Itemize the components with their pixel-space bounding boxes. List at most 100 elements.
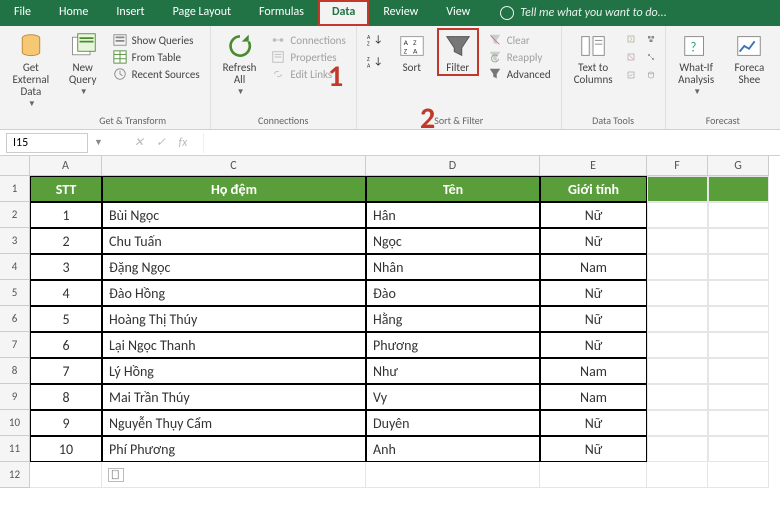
- tab-insert[interactable]: Insert: [102, 0, 158, 26]
- cell[interactable]: [366, 462, 540, 488]
- cell-gioi-tinh[interactable]: Nữ: [540, 436, 647, 462]
- what-if-button[interactable]: ? What-If Analysis ▼: [672, 30, 721, 99]
- row-header[interactable]: 5: [0, 280, 30, 306]
- sort-za-button[interactable]: ZA: [363, 54, 387, 70]
- consolidate-button[interactable]: [643, 32, 659, 46]
- cell-stt[interactable]: 9: [30, 410, 102, 436]
- row-header[interactable]: 7: [0, 332, 30, 358]
- cell-stt[interactable]: 4: [30, 280, 102, 306]
- manage-data-model-button[interactable]: [643, 68, 659, 82]
- cell[interactable]: [708, 254, 769, 280]
- cell-stt[interactable]: 7: [30, 358, 102, 384]
- cell[interactable]: [708, 436, 769, 462]
- cell[interactable]: [708, 384, 769, 410]
- paste-options-icon[interactable]: [108, 468, 124, 482]
- cell-ho-dem[interactable]: Lý Hồng: [102, 358, 366, 384]
- cell[interactable]: [647, 332, 708, 358]
- header-stt[interactable]: STT: [30, 176, 102, 202]
- cell-gioi-tinh[interactable]: Nữ: [540, 228, 647, 254]
- cell-ten[interactable]: Hằng: [366, 306, 540, 332]
- cell-gioi-tinh[interactable]: Nữ: [540, 410, 647, 436]
- cell[interactable]: [708, 228, 769, 254]
- filter-button[interactable]: Filter: [437, 28, 479, 76]
- recent-sources-button[interactable]: Recent Sources: [108, 66, 204, 82]
- cell[interactable]: [708, 280, 769, 306]
- row-header[interactable]: 8: [0, 358, 30, 384]
- tab-review[interactable]: Review: [369, 0, 432, 26]
- cell[interactable]: [647, 462, 708, 488]
- tab-home[interactable]: Home: [45, 0, 102, 26]
- cell[interactable]: [647, 280, 708, 306]
- cell-ten[interactable]: Anh: [366, 436, 540, 462]
- cell-ho-dem[interactable]: Đặng Ngọc: [102, 254, 366, 280]
- cell-gioi-tinh[interactable]: Nam: [540, 384, 647, 410]
- cell[interactable]: [647, 254, 708, 280]
- cell-gioi-tinh[interactable]: Nữ: [540, 306, 647, 332]
- cell-ten[interactable]: Như: [366, 358, 540, 384]
- sort-az-button[interactable]: AZ: [363, 32, 387, 48]
- cell-ho-dem[interactable]: Chu Tuấn: [102, 228, 366, 254]
- header-gioi-tinh[interactable]: Giới tính: [540, 176, 647, 202]
- row-header[interactable]: 9: [0, 384, 30, 410]
- text-to-columns-button[interactable]: Text to Columns: [568, 30, 619, 88]
- cell[interactable]: [708, 358, 769, 384]
- flash-fill-button[interactable]: [623, 32, 639, 46]
- reapply-button[interactable]: Reapply: [483, 49, 555, 65]
- cell-ten[interactable]: Nhân: [366, 254, 540, 280]
- cell-stt[interactable]: 6: [30, 332, 102, 358]
- tab-view[interactable]: View: [432, 0, 484, 26]
- row-header[interactable]: 12: [0, 462, 30, 488]
- cell-gioi-tinh[interactable]: Nam: [540, 358, 647, 384]
- cell[interactable]: [540, 462, 647, 488]
- from-table-button[interactable]: From Table: [108, 49, 204, 65]
- col-header-a[interactable]: A: [30, 156, 102, 176]
- cell-gioi-tinh[interactable]: Nữ: [540, 332, 647, 358]
- col-header-d[interactable]: D: [366, 156, 540, 176]
- enter-icon[interactable]: ✓: [153, 135, 169, 150]
- cell-gioi-tinh[interactable]: Nam: [540, 254, 647, 280]
- cell-stt[interactable]: 1: [30, 202, 102, 228]
- cell-gioi-tinh[interactable]: Nữ: [540, 280, 647, 306]
- tab-file[interactable]: File: [0, 0, 45, 26]
- refresh-all-button[interactable]: Refresh All ▼: [217, 30, 263, 99]
- cell-ho-dem[interactable]: Đào Hồng: [102, 280, 366, 306]
- tab-page-layout[interactable]: Page Layout: [159, 0, 245, 26]
- row-header[interactable]: 3: [0, 228, 30, 254]
- cell-ho-dem[interactable]: Nguyễn Thụy Cẩm: [102, 410, 366, 436]
- tab-data[interactable]: Data: [318, 0, 369, 26]
- cell-stt[interactable]: 2: [30, 228, 102, 254]
- cell-ho-dem[interactable]: Phí Phương: [102, 436, 366, 462]
- cell[interactable]: [708, 176, 769, 202]
- clear-button[interactable]: Clear: [483, 32, 555, 48]
- header-ten[interactable]: Tên: [366, 176, 540, 202]
- cell-ho-dem[interactable]: Bùi Ngọc: [102, 202, 366, 228]
- row-header[interactable]: 2: [0, 202, 30, 228]
- name-box[interactable]: I15: [6, 133, 88, 153]
- cell-ten[interactable]: Hân: [366, 202, 540, 228]
- sort-button[interactable]: AZZA Sort: [391, 30, 433, 76]
- cell-ten[interactable]: Đào: [366, 280, 540, 306]
- name-box-dropdown[interactable]: ▼: [94, 137, 103, 148]
- cell[interactable]: [708, 306, 769, 332]
- new-query-button[interactable]: New Query ▼: [62, 30, 104, 99]
- cell[interactable]: [102, 462, 366, 488]
- cell-ten[interactable]: Phương: [366, 332, 540, 358]
- cell[interactable]: [647, 228, 708, 254]
- col-header-e[interactable]: E: [540, 156, 647, 176]
- connections-button[interactable]: Connections: [266, 32, 349, 48]
- fx-icon[interactable]: fx: [175, 136, 191, 150]
- forecast-sheet-button[interactable]: Foreca Shee: [725, 30, 774, 88]
- cell[interactable]: [708, 202, 769, 228]
- col-header-f[interactable]: F: [647, 156, 708, 176]
- get-external-data-button[interactable]: Get External Data ▼: [6, 30, 56, 111]
- row-header[interactable]: 10: [0, 410, 30, 436]
- cell-gioi-tinh[interactable]: Nữ: [540, 202, 647, 228]
- formula-input[interactable]: [203, 133, 774, 153]
- advanced-button[interactable]: Advanced: [483, 66, 555, 82]
- tell-me-search[interactable]: Tell me what you want to do...: [484, 0, 666, 26]
- col-header-g[interactable]: G: [708, 156, 769, 176]
- show-queries-button[interactable]: Show Queries: [108, 32, 204, 48]
- remove-duplicates-button[interactable]: [623, 50, 639, 64]
- cell-ho-dem[interactable]: Hoàng Thị Thúy: [102, 306, 366, 332]
- cell-stt[interactable]: 5: [30, 306, 102, 332]
